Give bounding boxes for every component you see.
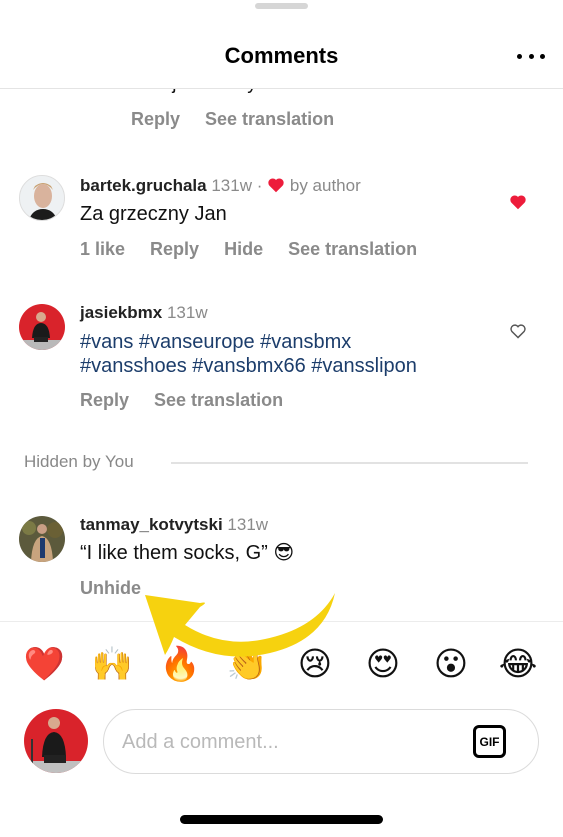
hashtags-line-2[interactable]: #vansshoes #vansbmx66 #vansslipon xyxy=(80,353,417,379)
unhide-button[interactable]: Unhide xyxy=(80,578,141,599)
see-translation-button[interactable]: See translation xyxy=(154,390,283,411)
comment-meta: jasiekbmx 131w xyxy=(80,303,208,323)
header: Comments xyxy=(0,0,563,89)
page-title: Comments xyxy=(224,43,339,68)
avatar[interactable] xyxy=(19,516,65,562)
timestamp: 131w xyxy=(211,176,252,195)
heart-filled-icon[interactable] xyxy=(509,194,527,210)
hashtags-line-1[interactable]: #vans #vanseurope #vansbmx xyxy=(80,329,351,355)
comment-meta: tanmay_kotvytski 131w xyxy=(80,515,268,535)
crying-face-emoji-button[interactable]: 😢 xyxy=(293,645,337,683)
hidden-section-divider: Hidden by You xyxy=(24,452,528,474)
comment-composer: GIF xyxy=(0,708,563,778)
gif-button[interactable]: GIF xyxy=(473,725,506,758)
likes-count-button[interactable]: 1 like xyxy=(80,239,125,260)
quick-reactions-bar: ❤️ 🙌 🔥 👏 😢 😍 😮 😂 xyxy=(0,621,563,705)
comment-input-wrapper: GIF xyxy=(103,709,539,774)
reply-button[interactable]: Reply xyxy=(131,109,180,130)
comment-text: “I like them socks, G” 😎 xyxy=(80,542,295,564)
my-avatar xyxy=(24,709,88,773)
hidden-section-label: Hidden by You xyxy=(24,452,134,471)
avatar[interactable] xyxy=(19,175,65,221)
hide-button[interactable]: Hide xyxy=(224,239,263,260)
comment-input[interactable] xyxy=(122,724,452,760)
reply-button[interactable]: Reply xyxy=(80,390,129,411)
comment-text: Za grzeczny Jan xyxy=(80,203,227,225)
username[interactable]: tanmay_kotvytski xyxy=(80,515,223,534)
username[interactable]: jasiekbmx xyxy=(80,303,162,322)
heart-filled-icon xyxy=(268,178,284,193)
home-indicator xyxy=(180,815,383,824)
clapping-hands-emoji-button[interactable]: 👏 xyxy=(225,645,269,683)
drag-handle[interactable] xyxy=(255,3,308,9)
comment-actions: Unhide xyxy=(80,578,141,599)
comment-actions: Reply See translation xyxy=(80,390,283,411)
comment-actions: 1 like Reply Hide See translation xyxy=(80,239,417,260)
comments-sheet: Comments dodajesz mocy Reply See transla… xyxy=(0,0,563,837)
divider-line xyxy=(171,462,528,464)
more-options-button[interactable] xyxy=(517,46,545,66)
sunglasses-emoji: 😎 xyxy=(273,542,295,564)
timestamp: 131w xyxy=(166,303,208,322)
surprised-face-emoji-button[interactable]: 😮 xyxy=(429,645,473,683)
fire-emoji-button[interactable]: 🔥 xyxy=(158,645,202,683)
comment-actions: Reply See translation xyxy=(131,109,334,130)
liked-by-author-label: by author xyxy=(289,176,361,195)
heart-outline-icon[interactable] xyxy=(509,323,527,339)
more-horizontal-icon xyxy=(517,53,522,59)
timestamp: 131w xyxy=(227,515,269,534)
username[interactable]: bartek.gruchala xyxy=(80,176,207,195)
see-translation-button[interactable]: See translation xyxy=(288,239,417,260)
reply-button[interactable]: Reply xyxy=(150,239,199,260)
avatar[interactable] xyxy=(19,304,65,350)
raising-hands-emoji-button[interactable]: 🙌 xyxy=(90,645,134,683)
tears-of-joy-emoji-button[interactable]: 😂 xyxy=(496,645,540,683)
see-translation-button[interactable]: See translation xyxy=(205,109,334,130)
heart-eyes-emoji-button[interactable]: 😍 xyxy=(361,645,405,683)
gif-icon: GIF xyxy=(479,734,500,749)
heart-emoji-button[interactable]: ❤️ xyxy=(22,645,66,683)
comment-meta: bartek.gruchala 131w · by author xyxy=(80,176,361,195)
